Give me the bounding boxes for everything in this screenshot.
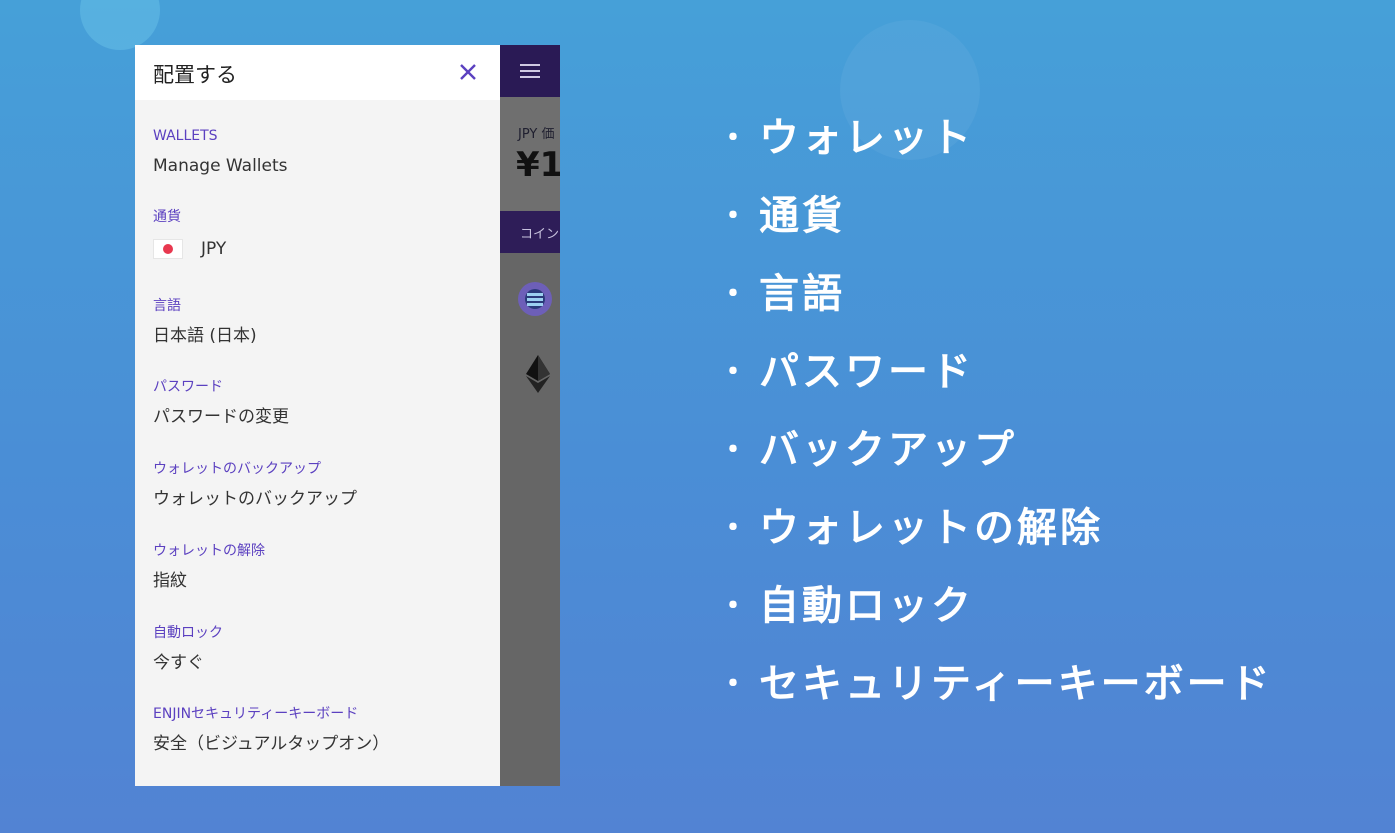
manage-wallets-item[interactable]: Manage Wallets (153, 155, 288, 177)
enjin-coin-icon[interactable] (518, 282, 552, 316)
feature-item: ・バックアップ (718, 422, 1273, 500)
balance-label: JPY 価 (518, 127, 555, 142)
bullet: ・ (718, 511, 751, 546)
currency-value: JPY (201, 239, 227, 259)
section-wallets[interactable]: WALLETS Manage Wallets (153, 127, 288, 177)
currency-selector[interactable]: JPY (153, 238, 226, 260)
settings-drawer: 配置する WALLETS Manage Wallets 通貨 JPY 言語 日本… (135, 45, 500, 786)
section-label: WALLETS (153, 128, 218, 144)
bullet: ・ (718, 277, 751, 312)
feature-item: ・ウォレットの解除 (718, 500, 1273, 578)
feature-text: 言語 (759, 271, 845, 317)
feature-item: ・セキュリティーキーボード (718, 656, 1273, 734)
feature-text: 通貨 (759, 193, 845, 239)
drawer-header: 配置する (135, 45, 500, 100)
feature-item: ・自動ロック (718, 578, 1273, 656)
section-security-keyboard[interactable]: ENJINセキュリティーキーボード 安全（ビジュアルタップオン） (153, 705, 389, 755)
section-currency[interactable]: 通貨 JPY (153, 208, 226, 260)
section-label: ENJINセキュリティーキーボード (153, 706, 359, 722)
bullet: ・ (718, 199, 751, 234)
bullet: ・ (718, 121, 751, 156)
section-backup[interactable]: ウォレットのバックアップ ウォレットのバックアップ (153, 460, 357, 510)
section-label: 自動ロック (153, 625, 223, 641)
security-keyboard-value[interactable]: 安全（ビジュアルタップオン） (153, 733, 389, 755)
bullet: ・ (718, 433, 751, 468)
feature-text: ウォレットの解除 (759, 505, 1103, 551)
app-bar (500, 45, 560, 97)
section-label: パスワード (153, 379, 223, 395)
feature-list: ・ウォレット ・通貨 ・言語 ・パスワード ・バックアップ ・ウォレットの解除 … (718, 110, 1273, 734)
balance-value: ¥1, (516, 145, 560, 185)
menu-icon[interactable] (520, 64, 540, 78)
japan-flag-icon (153, 239, 183, 259)
section-label: 言語 (153, 298, 181, 314)
feature-text: バックアップ (759, 427, 1017, 473)
bullet: ・ (718, 355, 751, 390)
feature-item: ・通貨 (718, 188, 1273, 266)
backup-wallet-item[interactable]: ウォレットのバックアップ (153, 488, 357, 510)
feature-text: セキュリティーキーボード (759, 661, 1273, 707)
feature-text: 自動ロック (759, 583, 974, 629)
close-icon[interactable] (458, 62, 478, 82)
bullet: ・ (718, 667, 751, 702)
feature-item: ・ウォレット (718, 110, 1273, 188)
section-auto-lock[interactable]: 自動ロック 今すぐ (153, 624, 223, 674)
feature-text: ウォレット (759, 115, 974, 161)
feature-text: パスワード (759, 349, 974, 395)
section-language[interactable]: 言語 日本語 (日本) (153, 297, 257, 347)
background-decoration (80, 0, 160, 50)
section-label: ウォレットの解除 (153, 543, 265, 559)
section-label: ウォレットのバックアップ (153, 461, 321, 477)
change-password-item[interactable]: パスワードの変更 (153, 406, 289, 428)
background-app: JPY 価 ¥1, コイン (500, 45, 560, 786)
feature-item: ・パスワード (718, 344, 1273, 422)
tab-coins[interactable]: コイン (520, 223, 559, 242)
drawer-title: 配置する (153, 63, 237, 87)
ethereum-icon[interactable] (526, 355, 550, 393)
phone-screenshot: JPY 価 ¥1, コイン 配置する WALLETS Manage Wallet… (135, 45, 560, 786)
language-value[interactable]: 日本語 (日本) (153, 325, 257, 347)
feature-item: ・言語 (718, 266, 1273, 344)
section-password[interactable]: パスワード パスワードの変更 (153, 378, 289, 428)
section-label: 通貨 (153, 209, 181, 225)
section-unlock[interactable]: ウォレットの解除 指紋 (153, 542, 265, 592)
unlock-method-value[interactable]: 指紋 (153, 570, 265, 592)
auto-lock-value[interactable]: 今すぐ (153, 652, 223, 674)
bullet: ・ (718, 589, 751, 624)
